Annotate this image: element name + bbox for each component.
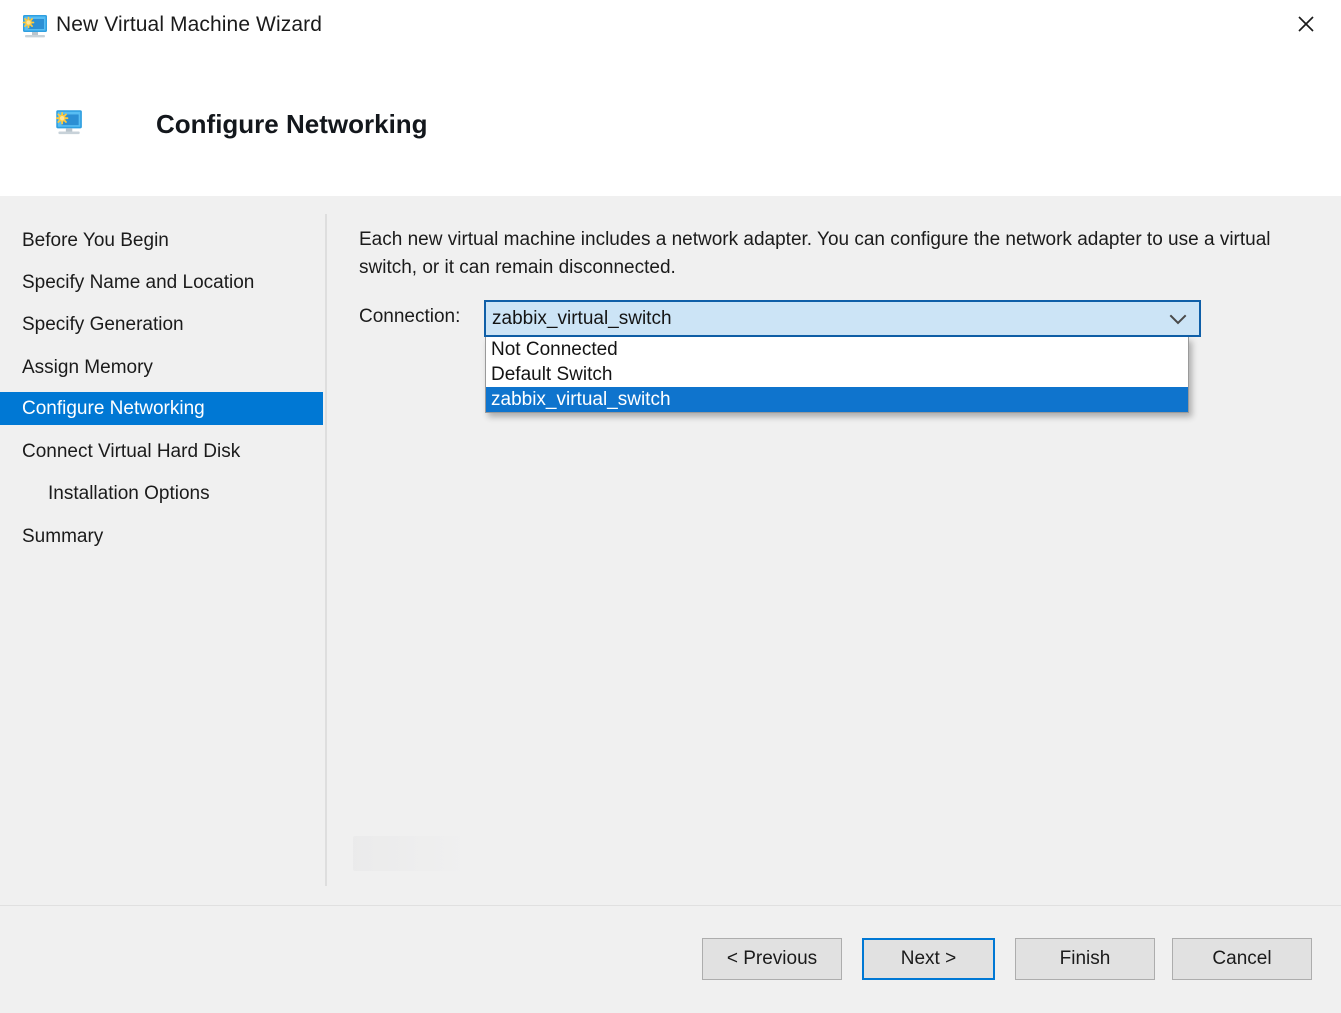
- dropdown-option-label: Default Switch: [491, 363, 613, 385]
- render-artifact: [353, 836, 463, 871]
- sidebar-item-connect-virtual-hard-disk[interactable]: Connect Virtual Hard Disk: [0, 435, 323, 468]
- connection-combobox-value: zabbix_virtual_switch: [492, 307, 672, 329]
- sidebar-item-assign-memory[interactable]: Assign Memory: [0, 351, 323, 384]
- connection-combobox-group: zabbix_virtual_switch Not Connected Defa…: [484, 300, 1201, 413]
- page-header: Configure Networking: [0, 55, 1341, 251]
- cancel-button[interactable]: Cancel: [1172, 938, 1312, 980]
- page-title: Configure Networking: [156, 109, 428, 139]
- sidebar-item-label: Summary: [22, 525, 104, 547]
- dropdown-option-label: zabbix_virtual_switch: [491, 388, 671, 410]
- new-virtual-machine-wizard-window: New Virtual Machine Wizard Configure Net…: [0, 0, 1341, 1013]
- sidebar-item-installation-options[interactable]: Installation Options: [0, 477, 323, 510]
- virtual-machine-monitor-icon: [52, 109, 84, 137]
- connection-label: Connection:: [359, 306, 461, 327]
- previous-button[interactable]: < Previous: [702, 938, 842, 980]
- finish-button-label: Finish: [1059, 948, 1111, 969]
- content-pane: Each new virtual machine includes a netw…: [327, 196, 1341, 905]
- wizard-footer: < Previous Next > Finish Cancel: [0, 906, 1341, 1013]
- sidebar-item-label: Before You Begin: [22, 229, 169, 251]
- title-bar: New Virtual Machine Wizard: [0, 0, 1341, 55]
- finish-button[interactable]: Finish: [1015, 938, 1155, 980]
- next-button[interactable]: Next >: [862, 938, 995, 980]
- close-icon: [1296, 14, 1316, 34]
- virtual-machine-monitor-icon: [19, 14, 49, 40]
- dropdown-option-zabbix-virtual-switch[interactable]: zabbix_virtual_switch: [486, 387, 1188, 412]
- wizard-body: Before You Begin Specify Name and Locati…: [0, 196, 1341, 905]
- connection-combobox[interactable]: zabbix_virtual_switch: [484, 300, 1201, 337]
- sidebar-item-label: Installation Options: [48, 482, 210, 504]
- dropdown-option-default-switch[interactable]: Default Switch: [486, 362, 1188, 387]
- sidebar-item-label: Configure Networking: [22, 397, 205, 419]
- sidebar-item-label: Specify Name and Location: [22, 271, 255, 293]
- sidebar-item-label: Specify Generation: [22, 313, 184, 335]
- dropdown-option-not-connected[interactable]: Not Connected: [486, 337, 1188, 362]
- dropdown-option-label: Not Connected: [491, 338, 618, 360]
- cancel-button-label: Cancel: [1212, 948, 1272, 969]
- wizard-steps-sidebar: Before You Begin Specify Name and Locati…: [0, 196, 325, 905]
- window-title: New Virtual Machine Wizard: [56, 13, 322, 36]
- sidebar-item-summary[interactable]: Summary: [0, 520, 323, 553]
- next-button-label: Next >: [900, 948, 957, 969]
- sidebar-item-before-you-begin[interactable]: Before You Begin: [0, 224, 323, 257]
- close-button[interactable]: [1281, 0, 1331, 48]
- sidebar-item-specify-generation[interactable]: Specify Generation: [0, 308, 323, 341]
- sidebar-item-label: Assign Memory: [22, 356, 153, 378]
- sidebar-item-configure-networking[interactable]: Configure Networking: [0, 392, 323, 425]
- sidebar-item-specify-name-and-location[interactable]: Specify Name and Location: [0, 266, 323, 299]
- sidebar-item-label: Connect Virtual Hard Disk: [22, 440, 241, 462]
- connection-dropdown-list[interactable]: Not Connected Default Switch zabbix_virt…: [485, 337, 1189, 413]
- description-text: Each new virtual machine includes a netw…: [359, 229, 1271, 278]
- previous-button-label: < Previous: [726, 948, 818, 969]
- chevron-down-icon[interactable]: [1167, 308, 1189, 330]
